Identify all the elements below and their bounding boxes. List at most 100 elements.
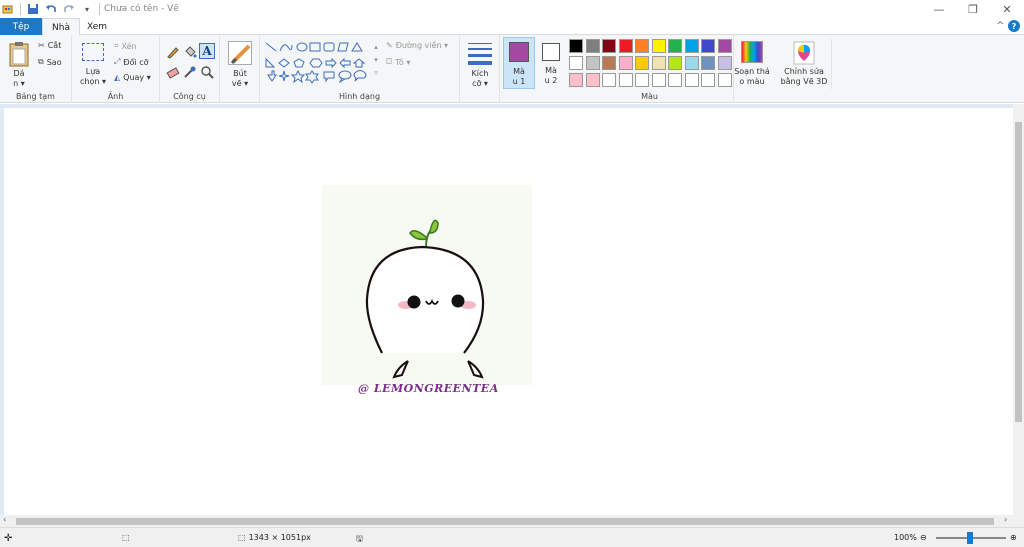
shapes-gallery[interactable] <box>264 41 376 87</box>
palette-swatch[interactable] <box>701 39 715 53</box>
copy-label: Sao <box>46 57 62 67</box>
palette-swatch[interactable] <box>651 56 666 70</box>
minimize-button[interactable]: — <box>922 0 956 18</box>
scroll-right-icon[interactable]: › <box>1004 515 1007 524</box>
size-label: Kích cỡ ▾ <box>471 69 489 88</box>
vertical-scrollbar[interactable] <box>1013 104 1024 515</box>
palette-swatch[interactable] <box>684 56 699 70</box>
vertical-scroll-thumb[interactable] <box>1015 122 1022 422</box>
palette-swatch[interactable] <box>602 73 616 87</box>
select-button[interactable]: Lựa chọn ▾ <box>78 41 108 91</box>
color1-swatch <box>509 42 529 62</box>
palette-swatch[interactable] <box>602 39 616 53</box>
palette-swatch[interactable] <box>569 56 583 70</box>
copy-button[interactable]: ⧉ Sao <box>38 57 62 67</box>
scroll-left-icon[interactable]: ‹ <box>3 515 6 524</box>
help-area: ^ ? <box>996 20 1020 32</box>
palette-swatch[interactable] <box>651 73 666 87</box>
palette-swatch[interactable] <box>701 73 715 87</box>
tools-group: A Công cụ <box>160 35 220 103</box>
zoom-out-icon[interactable]: ⊖ <box>920 533 927 542</box>
fill-button[interactable]: ⛋ Tô ▾ <box>386 57 410 67</box>
zoom-slider-thumb[interactable] <box>967 532 973 544</box>
palette-swatch[interactable] <box>618 73 633 87</box>
pencil-icon[interactable] <box>166 45 180 59</box>
outline-button[interactable]: ✎ Đường viền ▾ <box>386 41 448 50</box>
palette-swatch[interactable] <box>585 56 600 70</box>
paint3d-button[interactable]: Chỉnh sửa bằng Vẽ 3D <box>776 39 832 89</box>
text-tool-icon[interactable]: A <box>199 43 215 59</box>
palette-swatch[interactable] <box>684 39 699 53</box>
palette-swatch[interactable] <box>701 56 715 70</box>
close-button[interactable]: ✕ <box>990 0 1024 18</box>
fill-bucket-icon[interactable] <box>183 45 197 59</box>
palette-swatch[interactable] <box>717 56 732 70</box>
color-picker-icon[interactable] <box>183 65 197 79</box>
resize-label: Đổi cỡ <box>123 57 149 67</box>
palette-swatch[interactable] <box>651 39 666 53</box>
shapes-group: ▴ ▾ ▿ ✎ Đường viền ▾ ⛋ Tô ▾ Hình dạng <box>260 35 460 103</box>
palette-swatch[interactable] <box>668 39 682 53</box>
palette-swatch[interactable] <box>668 73 682 87</box>
horizontal-scroll-thumb[interactable] <box>16 518 994 525</box>
left-eye <box>407 295 421 309</box>
customize-toolbar-icon[interactable]: ▾ <box>81 3 93 15</box>
magnifier-icon[interactable] <box>200 65 214 79</box>
outline-label: Đường viền ▾ <box>395 41 449 50</box>
horizontal-scrollbar[interactable]: ‹ › <box>0 515 1024 527</box>
cut-label: Cắt <box>47 41 62 50</box>
zoom-level: 100% <box>894 533 917 542</box>
palette-swatch[interactable] <box>585 39 600 53</box>
resize-button[interactable]: ⤢ Đổi cỡ <box>114 57 149 67</box>
paint3d-label: Chỉnh sửa bằng Vẽ 3D <box>780 67 828 86</box>
color2-button[interactable]: Mà u 2 <box>537 37 565 89</box>
copy-icon: ⧉ <box>38 57 44 66</box>
palette-swatch[interactable] <box>684 73 699 87</box>
undo-icon[interactable] <box>45 3 57 15</box>
paste-button[interactable]: Dá n ▾ <box>6 39 32 89</box>
shapes-scroll[interactable]: ▴ ▾ ▿ <box>372 41 380 81</box>
palette-swatch[interactable] <box>717 39 732 53</box>
outline-icon: ✎ <box>386 41 393 50</box>
tools-group-label: Công cụ <box>173 92 206 101</box>
drawing-canvas[interactable]: @ LEMONGREENTEA <box>4 108 1013 519</box>
palette-swatch[interactable] <box>585 73 600 87</box>
paint-app-icon[interactable] <box>2 3 14 15</box>
character-body <box>365 245 485 354</box>
palette-swatch[interactable] <box>717 73 732 87</box>
redo-icon[interactable] <box>63 3 75 15</box>
save-icon[interactable] <box>27 3 39 15</box>
palette-swatch[interactable] <box>635 39 649 53</box>
rotate-button[interactable]: ◭ Quay ▾ <box>114 73 151 82</box>
canvas-workspace: @ LEMONGREENTEA <box>0 104 1024 519</box>
edit-colors-button[interactable]: Soạn thả o màu <box>733 39 771 89</box>
status-bar: ✛ ⬚ ⬚ 1343 × 1051px 🖫 100% ⊖ ⊕ <box>0 527 1024 547</box>
palette-swatch[interactable] <box>569 73 583 87</box>
selection-size-icon: ⬚ <box>122 533 130 542</box>
palette-swatch[interactable] <box>569 39 583 53</box>
pasted-artwork[interactable] <box>322 185 532 385</box>
crop-button[interactable]: ⌗ Xén <box>114 41 137 51</box>
tab-view[interactable]: Xem <box>80 18 114 35</box>
palette-swatch[interactable] <box>635 73 649 87</box>
maximize-button[interactable]: ❐ <box>956 0 990 18</box>
palette-swatch[interactable] <box>635 56 649 70</box>
brushes-button[interactable]: Bút vẽ ▾ <box>224 39 256 89</box>
brushes-label: Bút vẽ ▾ <box>231 69 249 88</box>
tab-home[interactable]: Nhà <box>42 18 80 36</box>
palette-swatch[interactable] <box>618 39 633 53</box>
tab-file[interactable]: Tệp <box>0 18 42 35</box>
disk-size-icon: 🖫 <box>356 534 363 543</box>
color1-button[interactable]: Mà u 1 <box>503 37 535 89</box>
collapse-ribbon-icon[interactable]: ^ <box>996 21 1004 31</box>
palette-swatch[interactable] <box>668 56 682 70</box>
zoom-in-icon[interactable]: ⊕ <box>1010 533 1017 542</box>
image-group-label: Ảnh <box>107 92 124 101</box>
palette-swatch[interactable] <box>602 56 616 70</box>
cut-button[interactable]: ✂ Cắt <box>38 41 61 50</box>
size-button[interactable]: Kích cỡ ▾ <box>464 39 496 89</box>
eraser-icon[interactable] <box>166 65 180 79</box>
clipboard-icon <box>9 42 29 67</box>
palette-swatch[interactable] <box>618 56 633 70</box>
help-icon[interactable]: ? <box>1008 20 1020 32</box>
